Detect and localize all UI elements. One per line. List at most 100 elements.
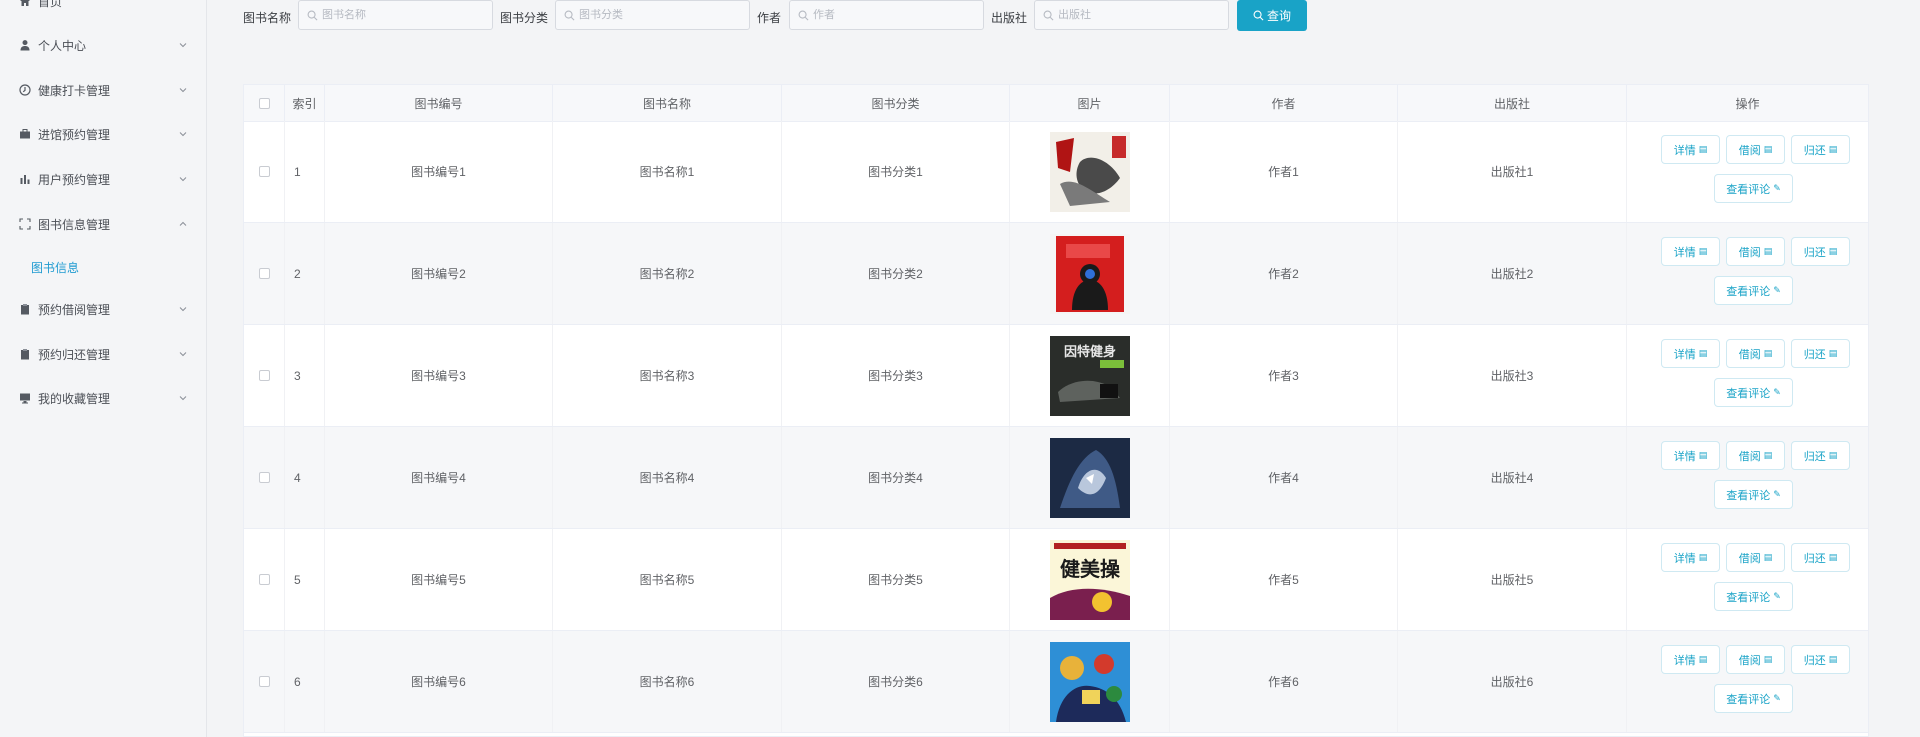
sidebar-item-health-checkin[interactable]: 健康打卡管理 (0, 75, 206, 105)
document-icon: ▤ (1828, 348, 1838, 358)
row-checkbox[interactable] (258, 574, 270, 585)
sidebar-subitem-book-info[interactable]: 图书信息 (31, 259, 79, 276)
sidebar: 首页 个人中心 健康打卡管理 进馆预约管理 用户预约管理 图书信息管理 图书信息… (0, 0, 207, 737)
borrow-button[interactable]: 借阅 ▤ (1726, 645, 1785, 674)
view-comments-label: 查看评论 (1726, 489, 1771, 502)
row-select-cell (244, 121, 285, 222)
search-input-author[interactable] (789, 0, 984, 30)
cell-index: 5 (285, 529, 325, 630)
cell-book-category: 图书分类2 (782, 223, 1010, 324)
cell-book-code: 图书编号4 (325, 427, 553, 528)
header-actions: 操作 (1735, 96, 1760, 111)
view-comments-button[interactable]: 查看评论 ✎ (1714, 582, 1793, 611)
cell-actions: 详情 ▤ 借阅 ▤ 归还 ▤ 查看评论 ✎ (1627, 427, 1868, 528)
cell-publisher: 出版社5 (1398, 529, 1627, 630)
sidebar-item-return-reservation[interactable]: 预约归还管理 (0, 339, 206, 369)
search-icon (1253, 10, 1264, 21)
search-icon (798, 10, 809, 20)
cell-image (1010, 223, 1170, 324)
search-input-book-category-field[interactable] (579, 9, 729, 21)
row-checkbox[interactable] (258, 166, 270, 177)
borrow-button[interactable]: 借阅 ▤ (1726, 543, 1785, 572)
return-button[interactable]: 归还 ▤ (1791, 543, 1850, 572)
document-icon: ▤ (1828, 450, 1838, 460)
borrow-button[interactable]: 借阅 ▤ (1726, 237, 1785, 266)
clock-icon (19, 84, 31, 96)
sidebar-item-personal-center[interactable]: 个人中心 (0, 30, 206, 60)
edit-icon: ✎ (1773, 183, 1781, 193)
header-book-category: 图书分类 (782, 85, 1010, 121)
document-icon: ▤ (1828, 552, 1838, 562)
sidebar-item-label: 用户预约管理 (38, 172, 111, 187)
row-checkbox[interactable] (258, 370, 270, 381)
view-comments-button[interactable]: 查看评论 ✎ (1714, 276, 1793, 305)
search-input-book-category[interactable] (555, 0, 750, 30)
view-comments-label: 查看评论 (1726, 285, 1771, 298)
cell-publisher: 出版社1 (1398, 121, 1627, 222)
cell-index: 6 (285, 631, 325, 732)
sidebar-item-my-favorites[interactable]: 我的收藏管理 (0, 383, 206, 413)
borrow-button[interactable]: 借阅 ▤ (1726, 441, 1785, 470)
view-comments-button[interactable]: 查看评论 ✎ (1714, 378, 1793, 407)
search-input-publisher-field[interactable] (1058, 9, 1208, 21)
view-comments-button[interactable]: 查看评论 ✎ (1714, 480, 1793, 509)
document-icon: ▤ (1698, 246, 1708, 256)
cell-actions: 详情 ▤ 借阅 ▤ 归还 ▤ 查看评论 ✎ (1627, 325, 1868, 426)
detail-button[interactable]: 详情 ▤ (1661, 543, 1720, 572)
chevron-down-icon (179, 307, 187, 312)
sidebar-item-borrow-reservation[interactable]: 预约借阅管理 (0, 294, 206, 324)
view-comments-label: 查看评论 (1726, 693, 1771, 706)
row-select-cell (244, 223, 285, 324)
chevron-down-icon (179, 177, 187, 182)
book-cover-image (1049, 233, 1130, 314)
sidebar-item-user-reservation[interactable]: 用户预约管理 (0, 164, 206, 194)
row-checkbox[interactable] (258, 472, 270, 483)
detail-label: 详情 (1673, 246, 1696, 259)
search-bar: 图书名称 图书分类 作者 出版社 查询 (207, 0, 1920, 34)
document-icon: ▤ (1698, 654, 1708, 664)
search-input-book-name[interactable] (298, 0, 493, 30)
search-input-author-field[interactable] (813, 9, 963, 21)
search-input-publisher[interactable] (1034, 0, 1229, 30)
chevron-down-icon (179, 132, 187, 137)
sidebar-item-entry-reservation[interactable]: 进馆预约管理 (0, 119, 206, 149)
return-label: 归还 (1803, 348, 1826, 361)
return-button[interactable]: 归还 ▤ (1791, 339, 1850, 368)
detail-button[interactable]: 详情 ▤ (1661, 135, 1720, 164)
edit-icon: ✎ (1773, 693, 1781, 703)
book-cover-image (1049, 641, 1130, 722)
select-all-checkbox[interactable] (258, 97, 270, 109)
detail-button[interactable]: 详情 ▤ (1661, 645, 1720, 674)
book-cover-image: 因特健身 (1049, 335, 1130, 416)
sidebar-item-home[interactable]: 首页 (0, 0, 206, 16)
detail-button[interactable]: 详情 ▤ (1661, 441, 1720, 470)
cell-index: 2 (285, 223, 325, 324)
detail-button[interactable]: 详情 ▤ (1661, 237, 1720, 266)
cell-actions: 详情 ▤ 借阅 ▤ 归还 ▤ 查看评论 ✎ (1627, 631, 1868, 732)
view-comments-label: 查看评论 (1726, 387, 1771, 400)
sidebar-item-label: 我的收藏管理 (38, 391, 111, 406)
view-comments-button[interactable]: 查看评论 ✎ (1714, 174, 1793, 203)
return-button[interactable]: 归还 ▤ (1791, 441, 1850, 470)
clipboard-icon (19, 303, 31, 315)
monitor-icon (19, 392, 31, 404)
borrow-button[interactable]: 借阅 ▤ (1726, 135, 1785, 164)
return-button[interactable]: 归还 ▤ (1791, 237, 1850, 266)
sidebar-item-book-management[interactable]: 图书信息管理 (0, 209, 206, 239)
briefcase-icon (19, 128, 31, 140)
row-checkbox[interactable] (258, 676, 270, 687)
borrow-button[interactable]: 借阅 ▤ (1726, 339, 1785, 368)
return-button[interactable]: 归还 ▤ (1791, 135, 1850, 164)
detail-button[interactable]: 详情 ▤ (1661, 339, 1720, 368)
book-cover-image (1049, 437, 1130, 518)
borrow-label: 借阅 (1738, 450, 1761, 463)
table-row: 2 图书编号2 图书名称2 图书分类2 作者2 出版社2 详情 ▤ 借阅 ▤ 归… (244, 223, 1868, 325)
query-button[interactable]: 查询 (1237, 0, 1307, 31)
cell-author: 作者2 (1170, 223, 1398, 324)
search-input-book-name-field[interactable] (322, 9, 472, 21)
view-comments-button[interactable]: 查看评论 ✎ (1714, 684, 1793, 713)
row-checkbox[interactable] (258, 268, 270, 279)
sidebar-item-label: 进馆预约管理 (38, 127, 111, 142)
return-button[interactable]: 归还 ▤ (1791, 645, 1850, 674)
edit-icon: ✎ (1773, 387, 1781, 397)
